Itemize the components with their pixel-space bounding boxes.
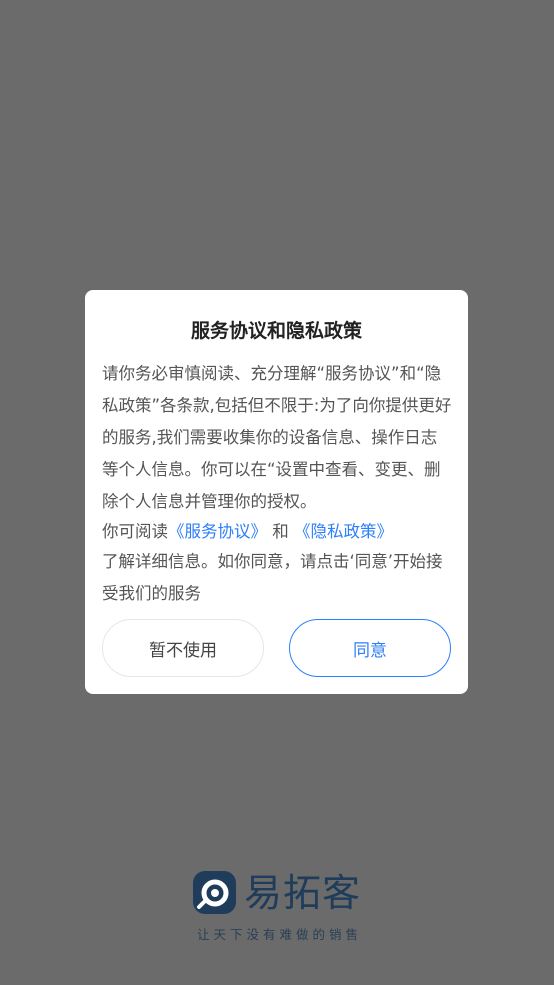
read-links-line: 你可阅读《服务协议》 和 《隐私政策》 <box>102 518 452 546</box>
dialog-body: 请你务必审慎阅读、充分理解“服务协议”和“隐私政策”各条款,包括但不限于:为了向… <box>102 358 452 610</box>
service-agreement-link[interactable]: 《服务协议》 <box>168 522 267 541</box>
brand-slogan: 让天下没有难做的销售 <box>196 927 362 942</box>
brand-name: 易拓客 <box>244 871 362 915</box>
privacy-consent-dialog: 服务协议和隐私政策 请你务必审慎阅读、充分理解“服务协议”和“隐私政策”各条款,… <box>85 290 468 694</box>
and-text: 和 <box>272 522 289 541</box>
dialog-title: 服务协议和隐私政策 <box>190 320 362 342</box>
agree-button[interactable]: 同意 <box>289 619 451 677</box>
privacy-policy-link[interactable]: 《隐私政策》 <box>294 522 393 541</box>
read-prefix-text: 你可阅读 <box>102 522 168 541</box>
decline-button[interactable]: 暂不使用 <box>102 619 264 677</box>
consent-tail-text: 了解详细信息。如你同意，请点击‘同意’开始接受我们的服务 <box>102 552 443 603</box>
consent-paragraph: 请你务必审慎阅读、充分理解“服务协议”和“隐私政策”各条款,包括但不限于:为了向… <box>102 364 452 511</box>
brand-footer: 易拓客 让天下没有难做的销售 <box>192 868 367 948</box>
yituoke-logo-icon <box>193 871 236 914</box>
